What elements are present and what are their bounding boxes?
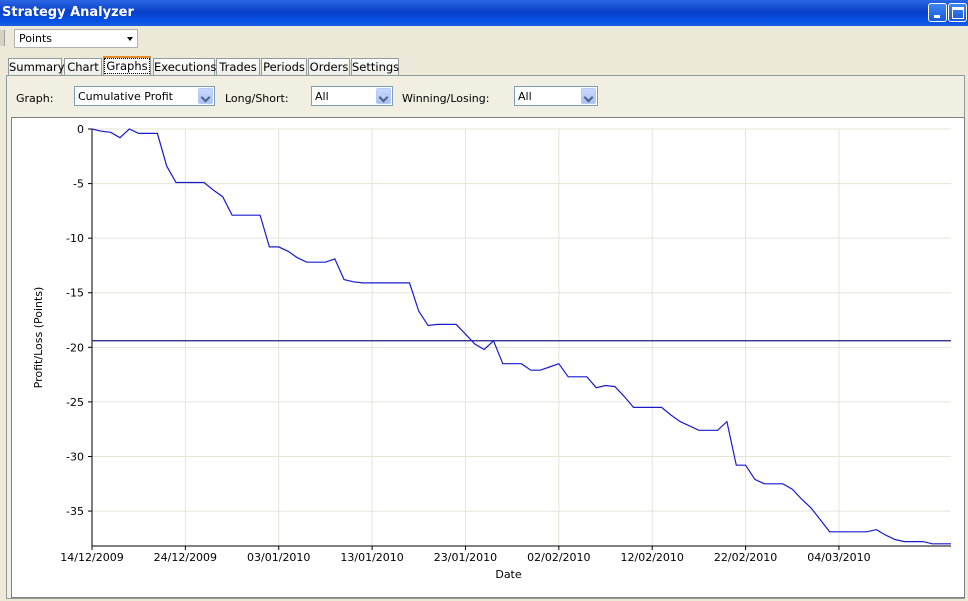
tab-label: Settings [352, 60, 400, 74]
y-tick-label: -10 [66, 232, 84, 245]
tab-executions[interactable]: Executions [153, 58, 217, 76]
tab-label: Trades [219, 60, 257, 74]
x-tick-label: 14/12/2009 [60, 551, 123, 564]
unit-selector[interactable]: Points [14, 29, 138, 48]
x-tick-label: 22/02/2010 [714, 551, 777, 564]
y-tick-label: -30 [66, 450, 84, 463]
longshort-select[interactable]: All [311, 86, 393, 106]
tab-chart[interactable]: Chart [64, 58, 102, 76]
tab-settings[interactable]: Settings [351, 58, 399, 76]
chart-area: 0 -5 -10 -15 -20 -25 -30 -35 14/12/2009 24/12/200… [11, 117, 965, 598]
minimize-button[interactable] [928, 3, 947, 22]
y-tick-label: -20 [66, 341, 84, 354]
tab-graphs[interactable]: Graphs [103, 56, 151, 77]
tab-label: Graphs [104, 58, 150, 74]
unit-selector-value: Points [19, 32, 53, 45]
chevron-down-icon[interactable] [581, 88, 596, 104]
x-tick-label: 02/02/2010 [527, 551, 590, 564]
graph-select-value: Cumulative Profit [78, 90, 173, 103]
chevron-down-icon[interactable] [376, 88, 391, 104]
tab-orders[interactable]: Orders [308, 58, 350, 76]
toolbar: Points [0, 26, 968, 52]
tab-label: Chart [67, 60, 99, 74]
minimize-icon [934, 15, 940, 18]
chevron-down-icon [127, 37, 133, 41]
tab-label: Summary [9, 60, 65, 74]
window-title: Strategy Analyzer [2, 5, 134, 20]
toolbar-grip[interactable] [0, 30, 5, 46]
x-tick-label: 03/01/2010 [247, 551, 310, 564]
x-axis-label: Date [495, 568, 522, 581]
window-titlebar: Strategy Analyzer [0, 0, 968, 26]
winlose-select[interactable]: All [514, 86, 598, 106]
cumulative-profit-line [91, 128, 951, 545]
y-tick-label: -15 [66, 287, 84, 300]
x-tick-label: 23/01/2010 [434, 551, 497, 564]
y-axis-label: Profit/Loss (Points) [32, 287, 45, 389]
y-tick-label: -25 [66, 396, 84, 409]
x-tick-label: 24/12/2009 [154, 551, 217, 564]
tab-label: Executions [154, 60, 217, 74]
chevron-down-icon[interactable] [198, 88, 213, 104]
x-tick-label: 12/02/2010 [621, 551, 684, 564]
tab-trades[interactable]: Trades [216, 58, 260, 76]
tab-summary[interactable]: Summary [8, 58, 65, 76]
graph-label: Graph: [16, 92, 54, 105]
y-tick-label: -35 [66, 505, 84, 518]
longshort-select-value: All [315, 90, 329, 103]
x-tick-label: 04/03/2010 [807, 551, 870, 564]
graph-select[interactable]: Cumulative Profit [74, 86, 215, 106]
maximize-button[interactable] [948, 3, 967, 22]
winlose-label: Winning/Losing: [402, 92, 490, 105]
tab-label: Periods [263, 60, 305, 74]
y-tick-label: -5 [73, 178, 84, 191]
tab-label: Orders [309, 60, 349, 74]
y-tick-label: 0 [77, 123, 84, 136]
longshort-label: Long/Short: [225, 92, 289, 105]
x-tick-label: 13/01/2010 [340, 551, 403, 564]
winlose-select-value: All [518, 90, 532, 103]
maximize-icon [952, 7, 964, 19]
tab-periods[interactable]: Periods [261, 58, 307, 76]
cumulative-profit-chart: 0 -5 -10 -15 -20 -25 -30 -35 14/12/2009 24/12/200… [32, 123, 951, 581]
